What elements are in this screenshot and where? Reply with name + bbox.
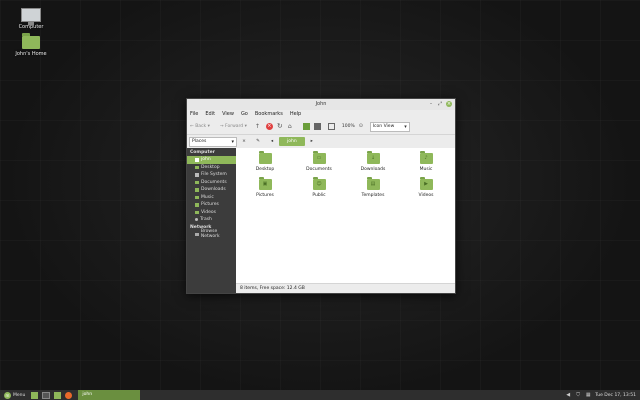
file-item-desktop[interactable]: Desktop bbox=[245, 151, 285, 172]
minimize-button[interactable]: – bbox=[428, 101, 434, 107]
shield-icon[interactable]: ⛉ bbox=[575, 392, 581, 398]
templates-folder-icon: ▤ bbox=[366, 177, 380, 190]
desktop-icon-computer[interactable]: Computer bbox=[6, 8, 56, 30]
menu-help[interactable]: Help bbox=[290, 110, 301, 119]
folder-icon bbox=[195, 180, 199, 184]
network-tray-icon[interactable]: ▦ bbox=[585, 392, 591, 398]
reload-icon[interactable]: ↻ bbox=[277, 123, 284, 130]
file-item-public[interactable]: ☺ Public bbox=[299, 177, 339, 198]
file-label: Pictures bbox=[256, 193, 274, 198]
sidebar-item-john[interactable]: john bbox=[187, 156, 236, 164]
folder-icon bbox=[195, 203, 199, 207]
sidebar-item-pictures[interactable]: Pictures bbox=[187, 201, 236, 209]
file-item-pictures[interactable]: ▣ Pictures bbox=[245, 177, 285, 198]
music-folder-icon: ♪ bbox=[419, 151, 433, 164]
path-left-arrow[interactable]: ◂ bbox=[269, 139, 275, 144]
sidebar-item-music[interactable]: Music bbox=[187, 194, 236, 202]
menu-bookmarks[interactable]: Bookmarks bbox=[255, 110, 283, 119]
maximize-button[interactable]: ⤢ bbox=[437, 101, 443, 107]
terminal-launcher-icon[interactable] bbox=[42, 391, 51, 399]
file-manager-window: John – ⤢ × File Edit View Go Bookmarks H… bbox=[186, 98, 456, 294]
path-bar: Places × ✎ ◂ john ▸ bbox=[187, 135, 455, 149]
public-folder-icon: ☺ bbox=[312, 177, 326, 190]
file-label: Videos bbox=[418, 193, 434, 198]
folder-icon bbox=[195, 210, 199, 214]
home-icon[interactable]: ⌂ bbox=[288, 123, 295, 130]
taskbar-item-john[interactable]: john bbox=[78, 390, 141, 400]
file-label: Public bbox=[312, 193, 326, 198]
file-label: Music bbox=[419, 167, 433, 172]
list-view-icon[interactable] bbox=[313, 123, 321, 130]
places-select[interactable]: Places bbox=[189, 136, 237, 147]
files-launcher-icon[interactable] bbox=[31, 391, 39, 399]
title-bar[interactable]: John – ⤢ × bbox=[187, 99, 455, 110]
toolbar: ← Back ▾ → Forward ▾ ↑ × ↻ ⌂ 100% ⊙ Icon… bbox=[187, 119, 455, 135]
folder-icon bbox=[195, 158, 199, 162]
edit-path-icon[interactable]: ✎ bbox=[255, 139, 261, 144]
clock[interactable]: Tue Dec 17, 13:51 bbox=[595, 393, 636, 398]
firefox-launcher-icon[interactable] bbox=[65, 391, 73, 399]
forward-button[interactable]: → Forward ▾ bbox=[220, 124, 247, 129]
file-view[interactable]: Desktop ▭ Documents ↓ Downloads ♪ Music … bbox=[236, 148, 455, 284]
menu-go[interactable]: Go bbox=[241, 110, 248, 119]
breadcrumb-john[interactable]: john bbox=[279, 137, 305, 146]
file-label: Documents bbox=[306, 167, 332, 172]
close-button[interactable]: × bbox=[446, 101, 452, 107]
drive-icon bbox=[195, 173, 199, 177]
menu-file[interactable]: File bbox=[190, 110, 198, 119]
mint-logo-icon: m bbox=[4, 391, 11, 399]
trash-icon bbox=[195, 218, 198, 222]
sidebar: Computer john Desktop File System Docume… bbox=[187, 148, 236, 293]
bottom-panel: m Menu john ◀ ⛉ ▦ Tue Dec 17, 13:51 bbox=[0, 390, 640, 400]
sidebar-item-videos[interactable]: Videos bbox=[187, 209, 236, 217]
window-title: John bbox=[315, 101, 327, 107]
sidebar-item-desktop[interactable]: Desktop bbox=[187, 164, 236, 172]
status-bar: 8 items, Free space: 12.4 GB bbox=[236, 283, 455, 293]
sidebar-item-file-system[interactable]: File System bbox=[187, 171, 236, 179]
file-item-documents[interactable]: ▭ Documents bbox=[299, 151, 339, 172]
zoom-level: 100% bbox=[341, 124, 355, 129]
menu-view[interactable]: View bbox=[222, 110, 234, 119]
menu-bar: File Edit View Go Bookmarks Help bbox=[187, 110, 455, 119]
file-item-videos[interactable]: ▶ Videos bbox=[406, 177, 446, 198]
menu-edit[interactable]: Edit bbox=[205, 110, 215, 119]
back-button[interactable]: ← Back ▾ bbox=[190, 124, 210, 129]
path-right-arrow[interactable]: ▸ bbox=[309, 139, 315, 144]
home-folder-icon bbox=[22, 33, 40, 49]
sidebar-header-computer: Computer bbox=[190, 150, 215, 155]
computer-icon bbox=[21, 8, 41, 25]
file-label: Templates bbox=[361, 193, 385, 198]
documents-folder-icon: ▭ bbox=[312, 151, 326, 164]
desktop-icon-label: John's Home bbox=[15, 51, 47, 57]
sidebar-item-trash[interactable]: Trash bbox=[187, 216, 236, 224]
up-arrow-icon[interactable]: ↑ bbox=[255, 123, 262, 130]
sidebar-item-documents[interactable]: Documents bbox=[187, 179, 236, 187]
pictures-folder-icon: ▣ bbox=[258, 177, 272, 190]
file-item-templates[interactable]: ▤ Templates bbox=[353, 177, 393, 198]
file-item-music[interactable]: ♪ Music bbox=[406, 151, 446, 172]
desktop-icon-home[interactable]: John's Home bbox=[6, 33, 56, 57]
folder-icon bbox=[195, 165, 199, 169]
icon-view-icon[interactable] bbox=[302, 123, 310, 130]
home-launcher-icon[interactable] bbox=[54, 391, 62, 399]
file-label: Downloads bbox=[360, 167, 386, 172]
sidebar-item-downloads[interactable]: Downloads bbox=[187, 186, 236, 194]
menu-button[interactable]: m Menu bbox=[0, 391, 29, 399]
volume-icon[interactable]: ◀ bbox=[565, 392, 571, 398]
view-mode-select[interactable]: Icon View bbox=[369, 121, 410, 132]
file-label: Desktop bbox=[255, 167, 275, 172]
network-icon bbox=[195, 232, 199, 236]
videos-folder-icon: ▶ bbox=[419, 177, 433, 190]
folder-icon bbox=[195, 188, 199, 192]
close-sidebar-button[interactable]: × bbox=[241, 139, 247, 144]
downloads-folder-icon: ↓ bbox=[366, 151, 380, 164]
folder-icon bbox=[195, 195, 199, 199]
folder-icon bbox=[258, 151, 272, 164]
compact-view-icon[interactable] bbox=[327, 123, 335, 130]
stop-icon[interactable]: × bbox=[265, 123, 273, 130]
zoom-reset-icon[interactable]: ⊙ bbox=[359, 123, 366, 130]
sidebar-item-browse-network[interactable]: Browse Network bbox=[187, 229, 236, 239]
file-item-downloads[interactable]: ↓ Downloads bbox=[353, 151, 393, 172]
menu-label: Menu bbox=[13, 392, 26, 398]
